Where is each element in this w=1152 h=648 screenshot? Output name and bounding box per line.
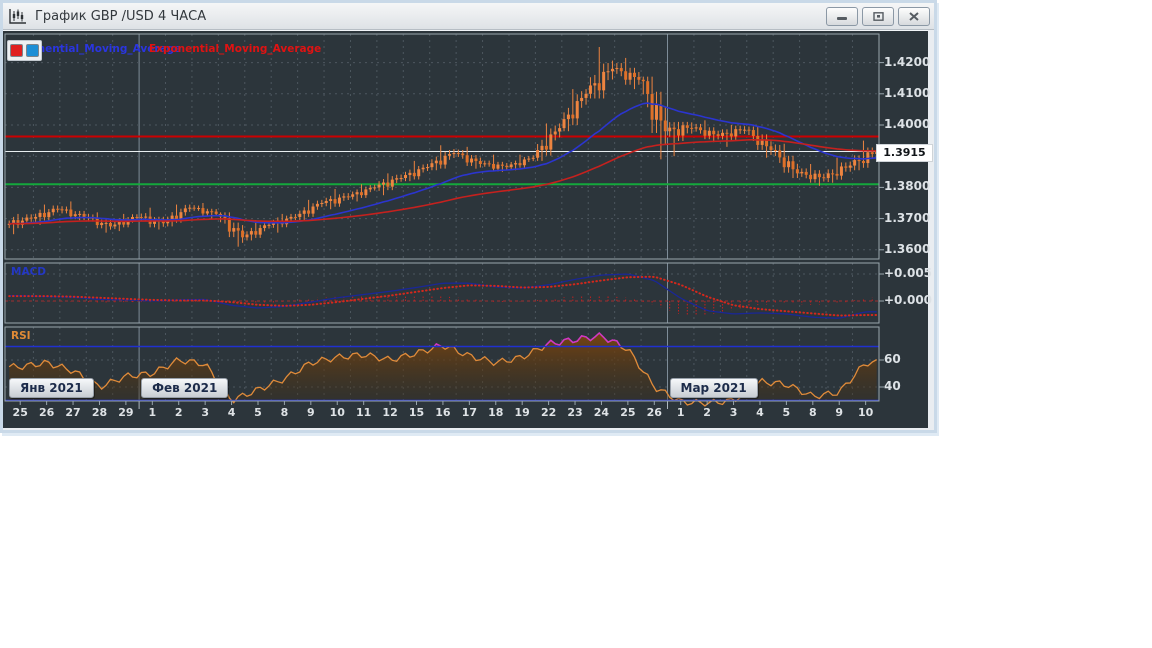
- x-axis-day-label: 11: [356, 406, 372, 419]
- x-axis-day-label: 25: [12, 406, 28, 419]
- chart-window: График GBP /USD 4 ЧАСА Exponential_Movin…: [0, 0, 937, 433]
- rsi-axis-label: 40: [884, 379, 901, 393]
- close-button[interactable]: [898, 7, 930, 26]
- x-axis-day-label: 10: [329, 406, 345, 419]
- x-axis-day-label: 25: [620, 406, 636, 419]
- price-axis-ticks: [879, 62, 884, 388]
- x-axis-day-label: 9: [835, 406, 844, 419]
- x-axis-day-label: 8: [808, 406, 817, 419]
- red-indicator-swatch[interactable]: [10, 44, 23, 57]
- rsi-axis-label: 60: [884, 352, 901, 366]
- x-axis-day-label: 18: [488, 406, 504, 419]
- price-axis-label: 1.3600: [884, 241, 931, 256]
- month-tag-jan: Янв 2021: [9, 378, 94, 398]
- current-price-tag: 1.3915: [876, 143, 933, 162]
- candlesticks: [7, 47, 879, 247]
- macd-axis-label: +0.000: [884, 293, 933, 307]
- x-axis-day-label: 22: [540, 406, 557, 419]
- blue-indicator-swatch[interactable]: [26, 44, 39, 57]
- month-tag-mar: Мар 2021: [669, 378, 758, 398]
- x-axis-day-label: 8: [280, 406, 289, 419]
- window-title: График GBP /USD 4 ЧАСА: [35, 8, 207, 24]
- x-axis-day-label: 3: [729, 406, 738, 419]
- x-axis-day-label: 26: [38, 406, 55, 419]
- macd-pane-label: MACD: [11, 266, 46, 278]
- price-axis-label: 1.4200: [884, 54, 931, 69]
- x-axis-day-label: 28: [91, 406, 108, 419]
- price-axis-label: 1.4100: [884, 85, 931, 100]
- x-axis-day-label: 24: [593, 406, 610, 419]
- x-axis-ticks: [19, 401, 867, 405]
- x-axis-day-label: 15: [408, 406, 425, 419]
- price-axis-label: 1.4000: [884, 117, 931, 131]
- chart-icon: [9, 9, 26, 24]
- x-axis-day-label: 12: [382, 406, 398, 419]
- title-bar[interactable]: График GBP /USD 4 ЧАСА: [3, 3, 934, 30]
- x-axis-day-label: 9: [307, 406, 315, 419]
- x-axis-day-label: 10: [857, 406, 874, 419]
- x-axis-day-label: 2: [703, 406, 711, 419]
- pane-border: [4, 33, 880, 260]
- chart-canvas: [4, 33, 884, 409]
- macd-axis-label: +0.005: [884, 266, 933, 280]
- x-axis-day-label: 1: [148, 406, 157, 419]
- rsi-pane-label: RSI: [11, 330, 31, 342]
- legend-ema-slow-label: Exponential_Moving_Average: [149, 43, 322, 55]
- minimize-icon: [837, 17, 847, 20]
- chart-client-area[interactable]: Exponential_Moving_Average Exponential_M…: [3, 30, 933, 428]
- x-axis-day-label: 26: [646, 406, 662, 419]
- x-axis-day-label: 16: [435, 406, 451, 419]
- x-axis-day-label: 3: [201, 406, 209, 419]
- x-axis-day-label: 5: [254, 406, 262, 419]
- restore-button[interactable]: [862, 7, 894, 26]
- close-icon: [909, 12, 919, 21]
- x-axis-day-label: 5: [782, 406, 791, 419]
- x-axis-day-label: 1: [676, 406, 685, 419]
- minimize-button[interactable]: [826, 7, 858, 26]
- x-axis-day-label: 29: [118, 406, 134, 419]
- x-axis-day-label: 17: [461, 406, 477, 419]
- x-axis-day-label: 4: [227, 406, 236, 419]
- x-axis-day-label: 4: [756, 406, 764, 419]
- x-axis-day-label: 23: [567, 406, 583, 419]
- x-axis-day-label: 19: [514, 406, 530, 419]
- indicator-swatch-box[interactable]: [7, 40, 42, 61]
- month-tag-feb: Фев 2021: [141, 378, 229, 398]
- x-axis-day-label: 2: [174, 406, 183, 419]
- restore-icon: [872, 12, 884, 21]
- price-axis-label: 1.3800: [884, 179, 931, 194]
- x-axis-day-label: 27: [65, 406, 81, 419]
- price-axis-label: 1.3700: [884, 210, 931, 225]
